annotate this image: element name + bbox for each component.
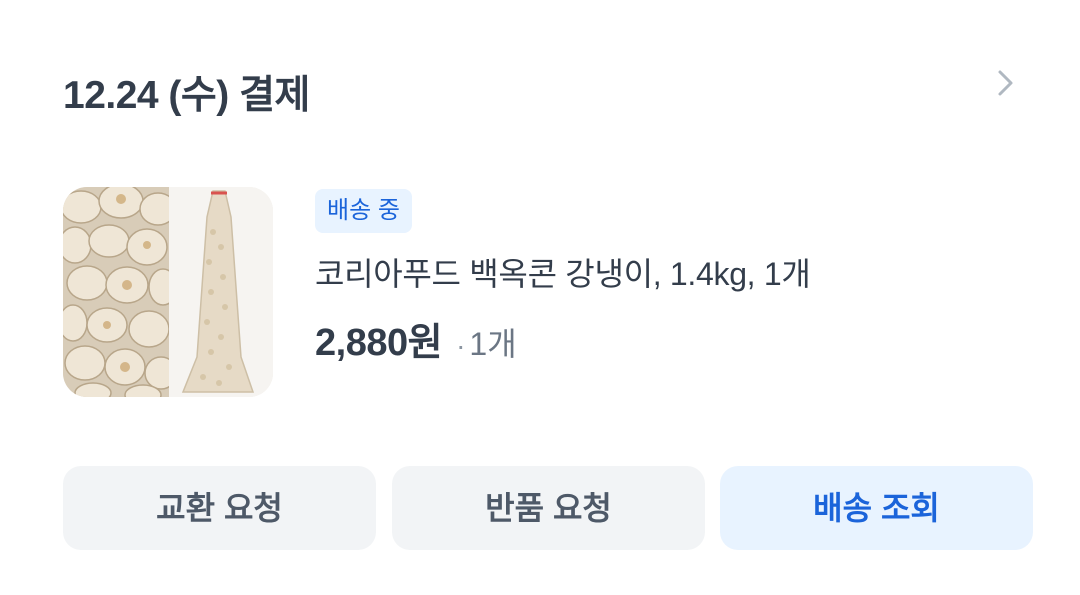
quantity-value: 1개 bbox=[469, 326, 517, 362]
return-request-button[interactable]: 반품 요청 bbox=[392, 466, 705, 550]
chevron-right-icon[interactable] bbox=[990, 68, 1020, 98]
order-header[interactable]: 12.24 (수) 결제 bbox=[63, 58, 1028, 118]
product-row[interactable]: 배송 중 코리아푸드 백옥콘 강냉이, 1.4kg, 1개 2,880원 · 1개 bbox=[63, 187, 1028, 397]
product-price: 2,880원 bbox=[315, 322, 443, 364]
track-delivery-button[interactable]: 배송 조회 bbox=[720, 466, 1033, 550]
product-image[interactable] bbox=[63, 187, 273, 397]
product-name[interactable]: 코리아푸드 백옥콘 강냉이, 1.4kg, 1개 bbox=[315, 249, 811, 295]
order-date-title: 12.24 (수) 결제 bbox=[63, 74, 310, 117]
product-quantity: · 1개 bbox=[456, 326, 517, 362]
order-card: 12.24 (수) 결제 배송 중 코리아푸드 백옥콘 강냉이, 1.4kg, … bbox=[0, 0, 1080, 595]
quantity-separator: · bbox=[456, 330, 466, 361]
order-actions: 교환 요청 반품 요청 배송 조회 bbox=[63, 466, 1033, 550]
price-row: 2,880원 · 1개 bbox=[315, 311, 517, 366]
status-badge: 배송 중 bbox=[315, 189, 412, 233]
corn-snack-image bbox=[63, 187, 273, 397]
exchange-request-button[interactable]: 교환 요청 bbox=[63, 466, 376, 550]
